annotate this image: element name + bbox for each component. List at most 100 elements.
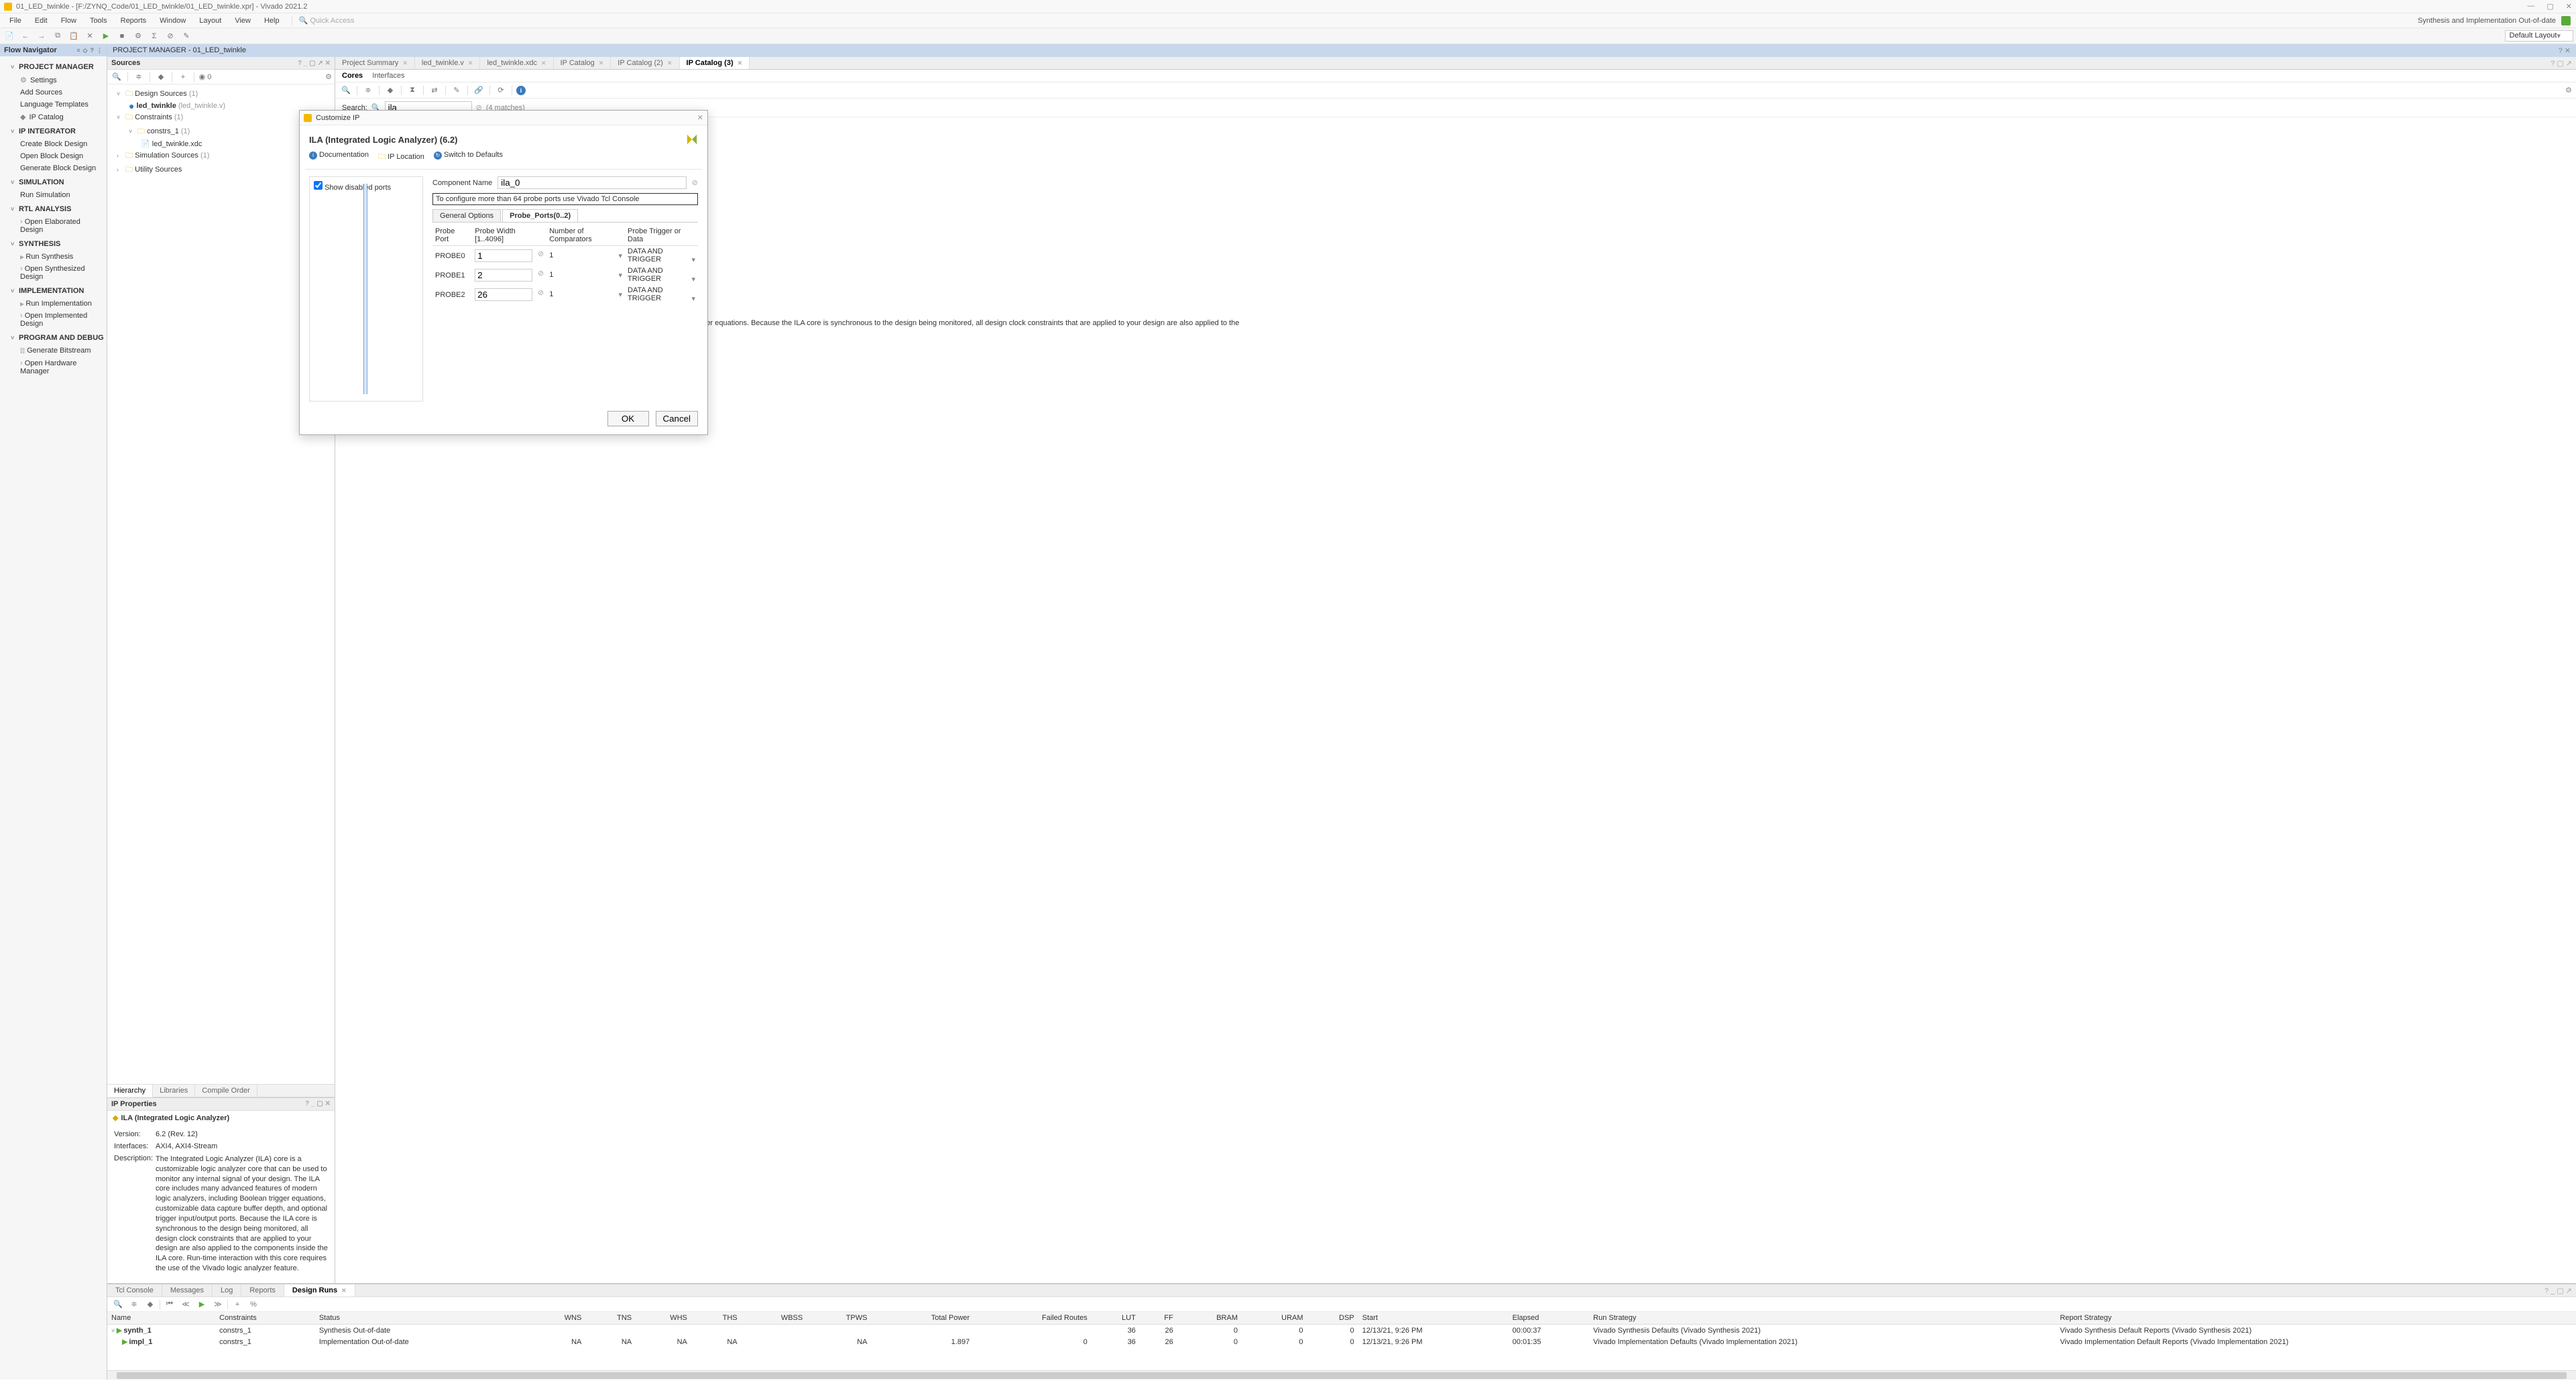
tab-log[interactable]: Log	[213, 1284, 241, 1296]
runs-sort-icon[interactable]: ◆	[143, 1298, 157, 1311]
nav-gen-bitstream[interactable]: ⫾⫾ Generate Bitstream	[0, 345, 107, 357]
menu-edit[interactable]: Edit	[28, 17, 54, 25]
link-switch-defaults[interactable]: ↻Switch to Defaults	[434, 151, 503, 164]
pin-icon[interactable]: ◇	[83, 47, 88, 54]
nav-open-hw[interactable]: Open Hardware Manager	[0, 357, 107, 377]
cancel-button[interactable]: Cancel	[656, 411, 699, 426]
settings-icon[interactable]: ⚙	[131, 30, 145, 42]
gear-icon[interactable]: ⚙	[325, 72, 332, 81]
tab-led-twinkle-v[interactable]: led_twinkle.v✕	[415, 57, 481, 69]
nav-add-sources[interactable]: Add Sources	[0, 86, 107, 99]
section-project-manager[interactable]: PROJECT MANAGER	[0, 59, 107, 74]
menu-window[interactable]: Window	[153, 17, 192, 25]
stack-icon[interactable]: ◉ 0	[198, 71, 212, 83]
ipc-search-icon[interactable]: 🔍	[339, 84, 353, 97]
nav-run-sim[interactable]: Run Simulation	[0, 189, 107, 201]
nav-settings[interactable]: ⚙ Settings	[0, 74, 107, 86]
add-icon[interactable]: +	[176, 71, 190, 83]
probe0-width-input[interactable]	[475, 249, 532, 262]
nav-open-synth[interactable]: Open Synthesized Design	[0, 263, 107, 283]
ipc-collapse-icon[interactable]: ≑	[361, 84, 375, 97]
tab-libraries[interactable]: Libraries	[153, 1085, 195, 1097]
led-twinkle-file[interactable]: ● led_twinkle (led_twinkle.v)	[110, 101, 332, 111]
stop-icon[interactable]: ■	[115, 30, 129, 42]
tab-ip-catalog[interactable]: IP Catalog✕	[554, 57, 611, 69]
menu-reports[interactable]: Reports	[114, 17, 154, 25]
ipc-group-icon[interactable]: ⇄	[428, 84, 441, 97]
tab-compile-order[interactable]: Compile Order	[195, 1085, 257, 1097]
tab-general-options[interactable]: General Options	[432, 209, 501, 222]
menu-layout[interactable]: Layout	[192, 17, 228, 25]
design-sources-node[interactable]: ˅ 🗀 Design Sources (1)	[110, 87, 332, 101]
nav-open-elab[interactable]: Open Elaborated Design	[0, 216, 107, 236]
table-row[interactable]: ▶impl_1 constrs_1Implementation Out-of-d…	[107, 1336, 2576, 1347]
component-name-input[interactable]	[497, 176, 687, 189]
section-ip-integrator[interactable]: IP INTEGRATOR	[0, 123, 107, 138]
link-documentation[interactable]: iDocumentation	[309, 151, 369, 164]
clear-name-icon[interactable]: ⊘	[692, 178, 698, 187]
section-implementation[interactable]: IMPLEMENTATION	[0, 283, 107, 298]
section-synthesis[interactable]: SYNTHESIS	[0, 236, 107, 251]
nav-lang-templates[interactable]: Language Templates	[0, 99, 107, 111]
menu-help[interactable]: Help	[257, 17, 286, 25]
tab-reports[interactable]: Reports	[241, 1284, 284, 1296]
help-icon[interactable]: ?	[91, 47, 95, 54]
run-icon[interactable]: ▶	[99, 30, 113, 42]
tab-probe-ports[interactable]: Probe_Ports(0..2)	[502, 209, 578, 222]
menu-view[interactable]: View	[228, 17, 257, 25]
tab-tcl-console[interactable]: Tcl Console	[107, 1284, 162, 1296]
menu-file[interactable]: File	[3, 17, 28, 25]
nav-open-bd[interactable]: Open Block Design	[0, 150, 107, 162]
nav-gen-bd[interactable]: Generate Block Design	[0, 162, 107, 174]
back-icon[interactable]: ←	[19, 30, 32, 42]
nav-create-bd[interactable]: Create Block Design	[0, 138, 107, 150]
ipc-filter-icon[interactable]: ⧗	[406, 84, 419, 97]
collapse-icon[interactable]: ≡	[76, 47, 80, 54]
section-program-debug[interactable]: PROGRAM AND DEBUG	[0, 330, 107, 345]
section-rtl[interactable]: RTL ANALYSIS	[0, 201, 107, 216]
minimize-icon[interactable]: —	[2527, 2, 2534, 11]
collapse-tree-icon[interactable]: ≑	[132, 71, 145, 83]
tab-hierarchy[interactable]: Hierarchy	[107, 1085, 153, 1097]
copy-icon[interactable]: ⧉	[51, 30, 64, 42]
ipc-refresh-icon[interactable]: ⟳	[494, 84, 508, 97]
runs-collapse-icon[interactable]: ≑	[127, 1298, 141, 1311]
maximize-icon[interactable]: ▢	[2546, 2, 2553, 11]
runs-reset-icon[interactable]: ⏮	[163, 1298, 176, 1311]
forward-icon[interactable]: →	[35, 30, 48, 42]
menu-flow[interactable]: Flow	[54, 17, 83, 25]
probe2-width-input[interactable]	[475, 288, 532, 301]
nav-ip-catalog[interactable]: ◆ IP Catalog	[0, 111, 107, 123]
runs-add-icon[interactable]: +	[231, 1298, 244, 1311]
runs-prev-icon[interactable]: ≪	[179, 1298, 192, 1311]
section-simulation[interactable]: SIMULATION	[0, 174, 107, 189]
find-icon[interactable]: ✎	[180, 30, 193, 42]
sort-icon[interactable]: ◆	[154, 71, 168, 83]
info-icon[interactable]: i	[516, 86, 526, 95]
probe1-width-input[interactable]	[475, 269, 532, 282]
dialog-close-icon[interactable]: ✕	[697, 113, 703, 122]
nav-open-impl[interactable]: Open Implemented Design	[0, 310, 107, 330]
close-icon[interactable]: ✕	[2566, 2, 2572, 11]
tab-project-summary[interactable]: Project Summary✕	[335, 57, 415, 69]
ok-button[interactable]: OK	[607, 411, 649, 426]
new-icon[interactable]: 📄	[3, 30, 16, 42]
table-row[interactable]: ▶synth_1 constrs_1Synthesis Out-of-date …	[107, 1325, 2576, 1337]
ipc-link-icon[interactable]: 🔗	[472, 84, 485, 97]
menu-tools[interactable]: Tools	[83, 17, 114, 25]
h-scrollbar[interactable]	[107, 1370, 2576, 1380]
nav-run-synth[interactable]: Run Synthesis	[0, 251, 107, 263]
ipc-sort-icon[interactable]: ◆	[384, 84, 397, 97]
delete-icon[interactable]: ✕	[83, 30, 97, 42]
nav-run-impl[interactable]: Run Implementation	[0, 298, 107, 310]
sigma-icon[interactable]: Σ	[148, 30, 161, 42]
runs-percent-icon[interactable]: %	[247, 1298, 260, 1311]
ipc-gear-icon[interactable]: ⚙	[2565, 86, 2572, 95]
link-ip-location[interactable]: 🗀 IP Location	[378, 151, 424, 164]
runs-next-icon[interactable]: ≫	[211, 1298, 225, 1311]
runs-play-icon[interactable]: ▶	[195, 1298, 209, 1311]
subbar-cores[interactable]: Cores	[342, 72, 363, 80]
runs-search-icon[interactable]: 🔍	[111, 1298, 125, 1311]
tab-ip-catalog-3[interactable]: IP Catalog (3)✕	[680, 57, 750, 69]
cancel-run-icon[interactable]: ⊘	[164, 30, 177, 42]
